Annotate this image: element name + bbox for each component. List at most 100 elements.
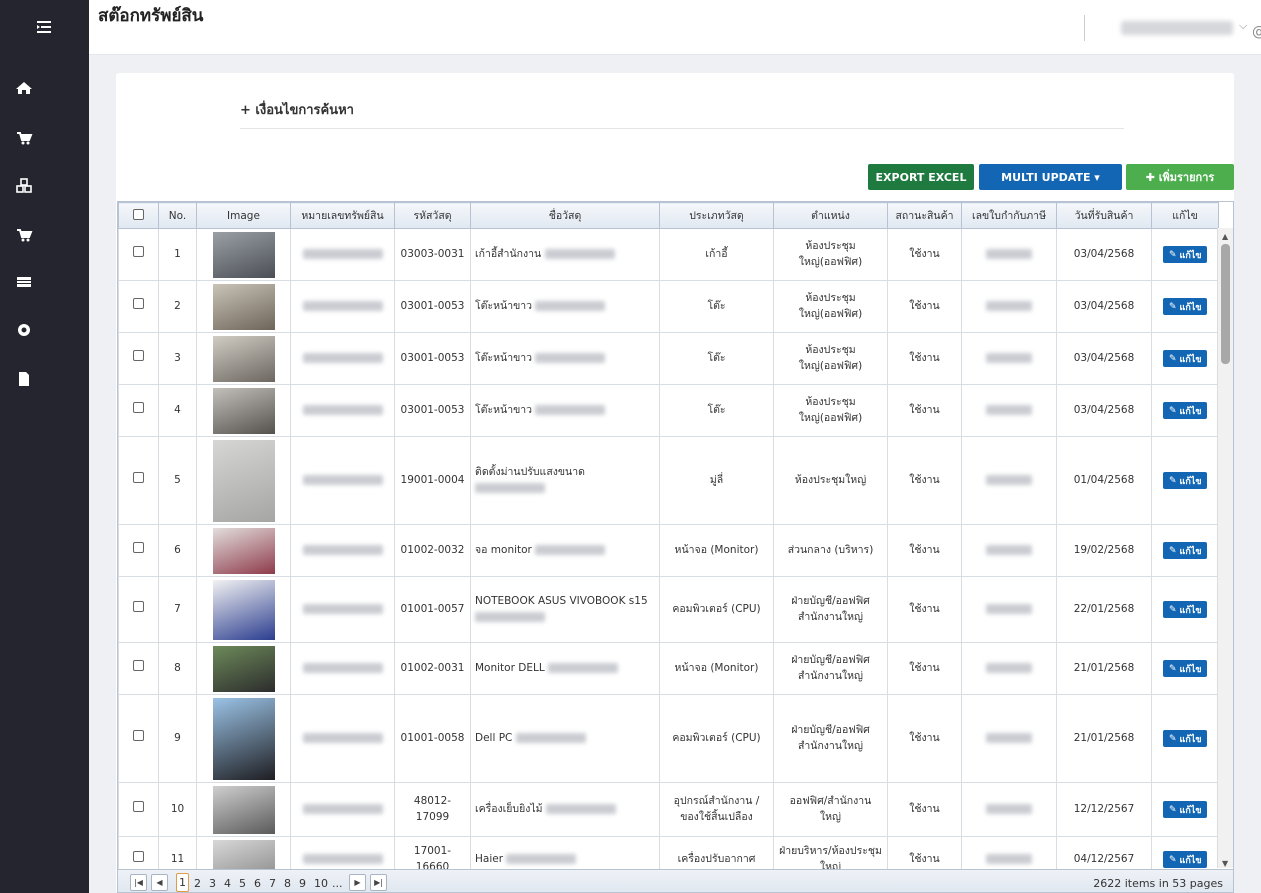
row-checkbox[interactable] [133,298,144,310]
cell-material-code: 03001-0053 [394,332,471,385]
menu-icon[interactable] [34,18,54,36]
cell-status: ใช้งาน [887,384,962,437]
table-row[interactable]: 9 01001-0058 Dell PC คอมพิวเตอร์ (CPU) ฝ่าย… [118,694,1219,783]
last-page-icon[interactable]: ▶| [370,874,387,891]
select-all-checkbox[interactable] [133,208,144,220]
page-number[interactable]: ... [332,877,343,890]
cubes-icon[interactable] [14,178,34,194]
asset-thumbnail[interactable] [212,785,275,834]
home-icon[interactable] [14,80,34,96]
col-header-material-type[interactable]: ประเภทวัสดุ [659,202,774,229]
table-row[interactable]: 5 19001-0004 ติดตั้งม่านปรับแสงขนาด มู่ลี่… [118,436,1219,525]
cell-image [196,332,291,385]
row-checkbox[interactable] [133,246,144,258]
search-conditions-toggle[interactable]: + เงื่อนไขการค้นหา [240,99,354,120]
cell-no: 7 [158,576,197,643]
table-row[interactable]: 2 03001-0053 โต๊ะหน้าขาว โต๊ะ ห้องประชุม ให… [118,280,1219,333]
edit-icon: ✎ [1169,604,1177,615]
user-extra-icon[interactable]: @ [1252,24,1261,40]
row-checkbox[interactable] [133,730,144,742]
edit-button[interactable]: ✎ แก้ไข [1163,660,1208,677]
edit-button[interactable]: ✎ แก้ไข [1163,851,1208,868]
export-excel-button[interactable]: EXPORT EXCEL [868,164,974,190]
redacted-tax-invoice [986,603,1032,614]
page-number[interactable]: 5 [239,877,246,890]
col-header-tax-invoice[interactable]: เลขใบกำกับภาษี [961,202,1057,229]
edit-button[interactable]: ✎ แก้ไข [1163,402,1208,419]
page-number[interactable]: 3 [209,877,216,890]
edit-button[interactable]: ✎ แก้ไข [1163,542,1208,559]
col-header-material-name[interactable]: ชื่อวัสดุ [470,202,660,229]
redacted-name-detail [548,662,619,673]
col-header-material-code[interactable]: รหัสวัสดุ [394,202,471,229]
page-number[interactable]: 9 [299,877,306,890]
sidebar [0,0,89,893]
user-name-redacted[interactable] [1121,21,1233,35]
asset-thumbnail[interactable] [212,439,275,522]
col-header-received-date[interactable]: วันที่รับสินค้า [1056,202,1152,229]
page-number[interactable]: 2 [194,877,201,890]
cart-icon[interactable] [14,227,34,243]
list-icon[interactable] [14,274,34,290]
scroll-thumb[interactable] [1221,244,1230,364]
asset-thumbnail[interactable] [212,231,275,278]
page-number[interactable]: 4 [224,877,231,890]
col-header-asset-number[interactable]: หมายเลขทรัพย์สิน [290,202,395,229]
add-item-button[interactable]: ✚ เพิ่มรายการ [1126,164,1234,190]
asset-thumbnail[interactable] [212,335,275,382]
col-header-status[interactable]: สถานะสินค้า [887,202,962,229]
col-header-location[interactable]: ตำแหน่ง [773,202,888,229]
edit-button[interactable]: ✎ แก้ไข [1163,801,1208,818]
row-checkbox[interactable] [133,601,144,613]
col-header-no[interactable]: No. [158,202,197,229]
asset-thumbnail[interactable] [212,579,275,640]
row-checkbox[interactable] [133,660,144,672]
edit-button[interactable]: ✎ แก้ไข [1163,601,1208,618]
asset-thumbnail[interactable] [212,527,275,574]
asset-thumbnail[interactable] [212,283,275,330]
vertical-scrollbar[interactable]: ▲ ▼ [1217,228,1233,868]
edit-button[interactable]: ✎ แก้ไข [1163,350,1208,367]
cell-material-name: Dell PC [470,694,660,783]
asset-thumbnail[interactable] [212,387,275,434]
scroll-up-icon[interactable]: ▲ [1222,232,1228,241]
cell-material-name: Monitor DELL [470,642,660,695]
cart-icon[interactable] [14,130,34,146]
first-page-icon[interactable]: |◀ [130,874,147,891]
prev-page-icon[interactable]: ◀ [151,874,168,891]
row-checkbox[interactable] [133,801,144,813]
page-number[interactable]: 10 [314,877,328,890]
page-number[interactable]: 6 [254,877,261,890]
table-row[interactable]: 8 01002-0031 Monitor DELL หน้าจอ (Monitor)… [118,642,1219,695]
asset-thumbnail[interactable] [212,645,275,692]
table-row[interactable]: 4 03001-0053 โต๊ะหน้าขาว โต๊ะ ห้องประชุม ให… [118,384,1219,437]
row-checkbox[interactable] [133,542,144,554]
scroll-down-icon[interactable]: ▼ [1222,859,1228,868]
edit-button[interactable]: ✎ แก้ไข [1163,246,1208,263]
table-row[interactable]: 3 03001-0053 โต๊ะหน้าขาว โต๊ะ ห้องประชุม ให… [118,332,1219,385]
next-page-icon[interactable]: ▶ [349,874,366,891]
page-number[interactable]: 7 [269,877,276,890]
cog-icon[interactable] [14,322,34,338]
page-number-current[interactable]: 1 [176,873,189,892]
multi-update-button[interactable]: MULTI UPDATE ▾ [979,164,1122,190]
row-checkbox[interactable] [133,472,144,484]
chevron-down-icon[interactable]: ⌵ [1239,19,1247,33]
asset-thumbnail[interactable] [212,697,275,780]
table-row[interactable]: 6 01002-0032 จอ monitor หน้าจอ (Monitor) ส่… [118,524,1219,577]
col-header-image[interactable]: Image [196,202,291,229]
cell-location: ห้องประชุม ใหญ่(ออฟฟิศ) [773,228,888,281]
edit-button[interactable]: ✎ แก้ไข [1163,298,1208,315]
row-checkbox[interactable] [133,402,144,414]
edit-button[interactable]: ✎ แก้ไข [1163,730,1208,747]
table-row[interactable]: 1 03003-0031 เก้าอี้สำนักงาน เก้าอี้ ห้องปร… [118,228,1219,281]
row-checkbox[interactable] [133,851,144,863]
table-row[interactable]: 7 01001-0057 NOTEBOOK ASUS VIVOBOOK s15 คอ… [118,576,1219,643]
file-icon[interactable] [14,371,34,387]
page-number[interactable]: 8 [284,877,291,890]
cell-status: ใช้งาน [887,642,962,695]
edit-button-label: แก้ไข [1179,605,1202,616]
row-checkbox[interactable] [133,350,144,362]
table-row[interactable]: 10 48012- 17099 เครื่องเย็บยิงไม้ อุปกรณ์ส… [118,782,1219,837]
edit-button[interactable]: ✎ แก้ไข [1163,472,1208,489]
